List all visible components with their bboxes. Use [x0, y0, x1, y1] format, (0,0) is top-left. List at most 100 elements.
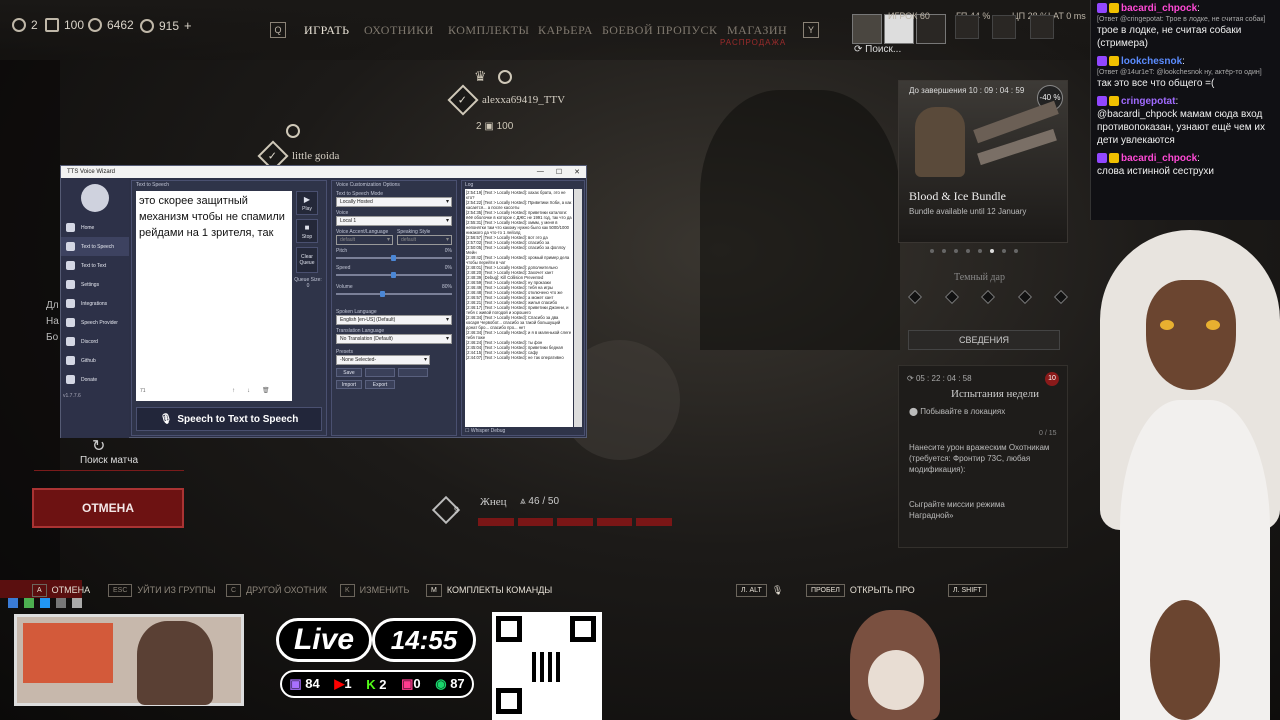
import-button[interactable]: Import	[336, 380, 362, 389]
colon: :	[1182, 56, 1185, 67]
arrow-down-icon[interactable]: ↓	[247, 383, 250, 399]
speed-slider[interactable]	[336, 272, 452, 278]
key-leave-group[interactable]: ESC УЙТИ ИЗ ГРУППЫ	[108, 582, 216, 598]
tts-text-area[interactable]: это скорее защитный механизм чтобы не сп…	[136, 191, 292, 401]
level-value: 46 / 50	[528, 496, 560, 507]
sidebar-item-tts[interactable]: Text to Speech	[61, 237, 129, 256]
exit-icon[interactable]	[1030, 15, 1054, 39]
key-left-shift[interactable]: Л. SHIFT	[948, 582, 987, 598]
sidebar-item-ttt[interactable]: Text to Text	[61, 256, 129, 275]
tts-mode-select[interactable]: Locally Hosted	[336, 197, 452, 207]
clear-queue-button[interactable]: Clear Queue	[296, 247, 318, 273]
cancel-button[interactable]: ОТМЕНА	[32, 488, 184, 528]
preset-button[interactable]	[398, 368, 428, 377]
count-value: 1	[344, 676, 352, 691]
add-currency-button[interactable]: +	[184, 18, 192, 33]
chat-icon[interactable]	[955, 15, 979, 39]
app-icon[interactable]	[40, 598, 50, 608]
speech-to-text-button[interactable]: 🎙 Speech to Text to Speech	[136, 407, 322, 431]
tab-hunters[interactable]: ОХОТНИКИ	[364, 23, 434, 38]
key-space[interactable]: ПРОБЕЛ ОТКРЫТЬ ПРО	[806, 582, 915, 598]
sidebar-item-donate[interactable]: Donate	[61, 370, 129, 389]
tab-loadouts[interactable]: КОМПЛЕКТЫ	[448, 23, 529, 38]
voice-select[interactable]: Local 1	[336, 216, 452, 226]
app-icon[interactable]	[24, 598, 34, 608]
translation-language-select[interactable]: No Translation (Default)	[336, 334, 452, 344]
gear-icon[interactable]	[992, 15, 1016, 39]
slider-thumb[interactable]	[391, 272, 396, 278]
sidebar-item-settings[interactable]: Settings	[61, 275, 129, 294]
presets-select[interactable]: -None Selected-	[336, 355, 430, 365]
scrollbar[interactable]	[574, 189, 582, 427]
spoken-language-select[interactable]: English [en-US] (Default)	[336, 315, 452, 325]
pitch-slider[interactable]	[336, 255, 452, 261]
field-label: Volume	[336, 284, 353, 290]
weekly-timer: ⟳ 05 : 22 : 04 : 58	[907, 374, 972, 383]
key-other-hunter[interactable]: C ДРУГОЙ ОХОТНИК	[226, 582, 327, 598]
details-button[interactable]: СВЕДЕНИЯ	[908, 330, 1060, 350]
home-icon	[66, 223, 75, 232]
bundle-card[interactable]: До завершения 10 : 09 : 04 : 59 -40 % Bl…	[898, 80, 1068, 243]
panel-label: Text to Speech	[136, 182, 170, 188]
chat-username[interactable]: lookchesnok	[1121, 56, 1182, 67]
key-action: УЙТИ ИЗ ГРУППЫ	[137, 585, 216, 595]
sidebar-item-discord[interactable]: Discord	[61, 332, 129, 351]
play-button[interactable]: ▶ Play	[296, 191, 318, 215]
key-cancel[interactable]: A ОТМЕНА	[32, 582, 90, 598]
sidebar-item-integrations[interactable]: Integrations	[61, 294, 129, 313]
coin-stack-icon	[45, 18, 59, 32]
chat-username[interactable]: bacardi_chpock	[1121, 3, 1197, 14]
chat-username[interactable]: bacardi_chpock	[1121, 153, 1197, 164]
player-plate[interactable]: ✓ little goida	[257, 140, 339, 172]
challenge-text: Нанесите урон вражеским Охотникам (требу…	[909, 443, 1050, 474]
key-edit[interactable]: K ИЗМЕНИТЬ	[340, 582, 409, 598]
accent-select[interactable]: default	[336, 235, 393, 245]
preset-button[interactable]	[365, 368, 395, 377]
tab-career[interactable]: КАРЬЕРА	[538, 23, 593, 38]
player-plate[interactable]: ✓ alexxa69419_TTV	[447, 84, 565, 116]
log-list[interactable]: [2:54:19] [Text > Locally Hosted]: хахах…	[465, 189, 573, 427]
qr-code	[492, 612, 602, 720]
sidebar-item-home[interactable]: Home	[61, 218, 129, 237]
tab-store[interactable]: МАГАЗИН	[727, 23, 787, 38]
export-button[interactable]: Export	[365, 380, 395, 389]
volume-slider[interactable]	[336, 291, 452, 297]
carousel-dots[interactable]	[930, 249, 1030, 253]
minimize-icon[interactable]: —	[537, 168, 544, 176]
count-value: 2	[379, 676, 387, 692]
stop-button[interactable]: ■ Stop	[296, 219, 318, 243]
log-panel: Log [2:54:19] [Text > Locally Hosted]: х…	[461, 180, 585, 436]
slider-thumb[interactable]	[380, 291, 385, 297]
sidebar-item-speech-provider[interactable]: Speech Provider	[61, 313, 129, 332]
checkbox-label: Whisper Debug	[470, 428, 506, 434]
save-preset-button[interactable]: Save	[336, 368, 362, 377]
app-icon[interactable]	[56, 598, 66, 608]
viewer-counts: ▣ 84 ▶1 K 2 ▣0 ◉ 87	[280, 670, 474, 698]
slider-thumb[interactable]	[391, 255, 396, 261]
maximize-icon[interactable]: ☐	[556, 168, 562, 176]
key-left-alt[interactable]: Л. ALT 🎙	[736, 582, 783, 598]
style-select[interactable]: default	[396, 235, 452, 245]
arrow-up-icon[interactable]: ↑	[232, 383, 235, 399]
tts-voice-wizard-window: TTS Voice Wizard — ☐ ✕ Home Text to Speech…	[60, 165, 587, 438]
stat-label: ИГРОК	[888, 11, 918, 21]
app-icon[interactable]	[72, 598, 82, 608]
sidebar-item-github[interactable]: Github	[61, 351, 129, 370]
search-match-label: Поиск матча	[34, 455, 184, 471]
player-search[interactable]: ⟳ Поиск...	[854, 44, 901, 55]
left-menu-partial: Дл На Бо	[46, 298, 59, 346]
field-label: Speed	[336, 265, 351, 271]
tab-play[interactable]: ИГРАТЬ	[304, 23, 350, 38]
key-team-loadouts[interactable]: M КОМПЛЕКТЫ КОМАНДЫ	[426, 582, 552, 598]
windows-icon[interactable]	[8, 598, 18, 608]
matchmaking-icon: ↻	[92, 438, 106, 455]
trash-icon[interactable]: 🗑	[262, 383, 270, 399]
tab-battlepass[interactable]: БОЕВОЙ ПРОПУСК	[602, 23, 717, 38]
party-avatar[interactable]	[852, 14, 882, 44]
close-icon[interactable]: ✕	[574, 168, 580, 176]
steam-icon	[286, 124, 300, 138]
chat-username[interactable]: cringepotat	[1121, 96, 1175, 107]
whisper-debug[interactable]: ☐ Whisper Debug	[465, 428, 505, 434]
stream-chat: bacardi_chpock: [Ответ @cringepotat: Трое…	[1090, 0, 1280, 220]
log-entry: [2:46:17] [Text > Locally Hosted]: приве…	[466, 305, 569, 315]
